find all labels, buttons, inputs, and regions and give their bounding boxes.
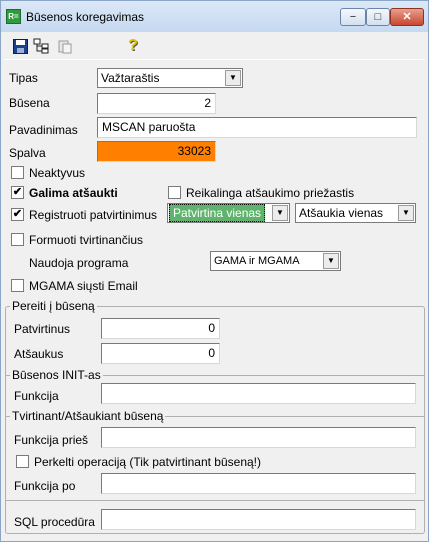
patvirtina-select[interactable]: Patvirtina vienas ▼ xyxy=(167,203,290,223)
chevron-down-icon[interactable]: ▼ xyxy=(225,70,241,86)
chevron-down-icon[interactable]: ▼ xyxy=(272,205,288,221)
patvirtina-value: Patvirtina vienas xyxy=(169,204,266,222)
maximize-button[interactable]: □ xyxy=(366,8,390,26)
chevron-down-icon[interactable]: ▼ xyxy=(398,205,414,221)
pereiti-title: Pereiti į būseną xyxy=(10,299,97,313)
close-button[interactable]: ✕ xyxy=(390,8,424,26)
copy-tree-icon[interactable] xyxy=(33,37,51,55)
tipas-value: Važtaraštis xyxy=(101,71,160,85)
funkcija-field[interactable] xyxy=(101,383,416,404)
mgama-label: MGAMA siųsti Email xyxy=(29,279,138,293)
registruoti-label: Registruoti patvirtinimus xyxy=(29,208,158,222)
funkcija-po-label: Funkcija po xyxy=(14,479,76,493)
naudoja-select[interactable]: GAMA ir MGAMA ▼ xyxy=(210,251,341,271)
minimize-button[interactable]: − xyxy=(340,8,366,26)
tvirtinant-title: Tvirtinant/Atšaukiant būseną xyxy=(10,409,166,423)
reikalinga-checkbox[interactable] xyxy=(168,186,181,199)
sql-divider xyxy=(6,500,424,501)
neaktyvus-checkbox[interactable] xyxy=(11,166,24,179)
init-title: Būsenos INIT-as xyxy=(10,368,103,382)
sql-label: SQL procedūra xyxy=(14,515,95,529)
formuoti-checkbox[interactable] xyxy=(11,233,24,246)
mgama-checkbox[interactable] xyxy=(11,279,24,292)
funkcija-pries-field[interactable] xyxy=(101,427,416,448)
app-icon: R= xyxy=(6,9,21,24)
patvirtinus-label: Patvirtinus xyxy=(14,322,71,336)
perkelti-label: Perkelti operaciją (Tik patvirtinant būs… xyxy=(34,455,261,469)
galima-atsaukti-checkbox[interactable]: ✔ xyxy=(11,186,24,199)
maximize-icon: □ xyxy=(374,11,382,23)
perkelti-checkbox[interactable] xyxy=(16,455,29,468)
pavadinimas-label: Pavadinimas xyxy=(9,123,78,137)
registruoti-checkbox[interactable]: ✔ xyxy=(11,208,24,221)
minimize-icon: − xyxy=(349,11,357,23)
busena-label: Būsena xyxy=(9,96,50,110)
funkcija-label: Funkcija xyxy=(14,389,59,403)
close-icon: ✕ xyxy=(402,11,412,23)
naudoja-label: Naudoja programa xyxy=(29,256,129,270)
patvirtinus-field[interactable]: 0 xyxy=(101,318,220,339)
spalva-field[interactable]: 33023 xyxy=(97,141,216,162)
save-icon[interactable] xyxy=(11,37,29,55)
reikalinga-label: Reikalinga atšaukimo priežastis xyxy=(186,186,355,200)
atsaukia-select[interactable]: Atšaukia vienas ▼ xyxy=(295,203,416,223)
tipas-select[interactable]: Važtaraštis ▼ xyxy=(97,68,243,88)
sql-field[interactable] xyxy=(101,509,416,530)
tipas-label: Tipas xyxy=(9,71,38,85)
neaktyvus-label: Neaktyvus xyxy=(29,166,86,180)
busena-field[interactable]: 2 xyxy=(97,93,216,114)
naudoja-value: GAMA ir MGAMA xyxy=(214,255,300,267)
chevron-down-icon[interactable]: ▼ xyxy=(323,253,339,269)
formuoti-label: Formuoti tvirtinančius xyxy=(29,233,144,247)
funkcija-pries-label: Funkcija prieš xyxy=(14,433,89,447)
paste-icon[interactable] xyxy=(56,37,74,55)
atsaukus-label: Atšaukus xyxy=(14,347,64,361)
galima-atsaukti-label: Galima atšaukti xyxy=(29,186,118,200)
toolbar-divider xyxy=(4,59,425,60)
atsaukia-value: Atšaukia vienas xyxy=(299,206,384,220)
funkcija-po-field[interactable] xyxy=(101,473,416,494)
window-title: Būsenos koregavimas xyxy=(26,10,145,24)
pavadinimas-field[interactable]: MSCAN paruošta xyxy=(97,117,417,138)
help-icon[interactable]: ? xyxy=(124,37,142,55)
spalva-label: Spalva xyxy=(9,146,46,160)
atsaukus-field[interactable]: 0 xyxy=(101,343,220,364)
